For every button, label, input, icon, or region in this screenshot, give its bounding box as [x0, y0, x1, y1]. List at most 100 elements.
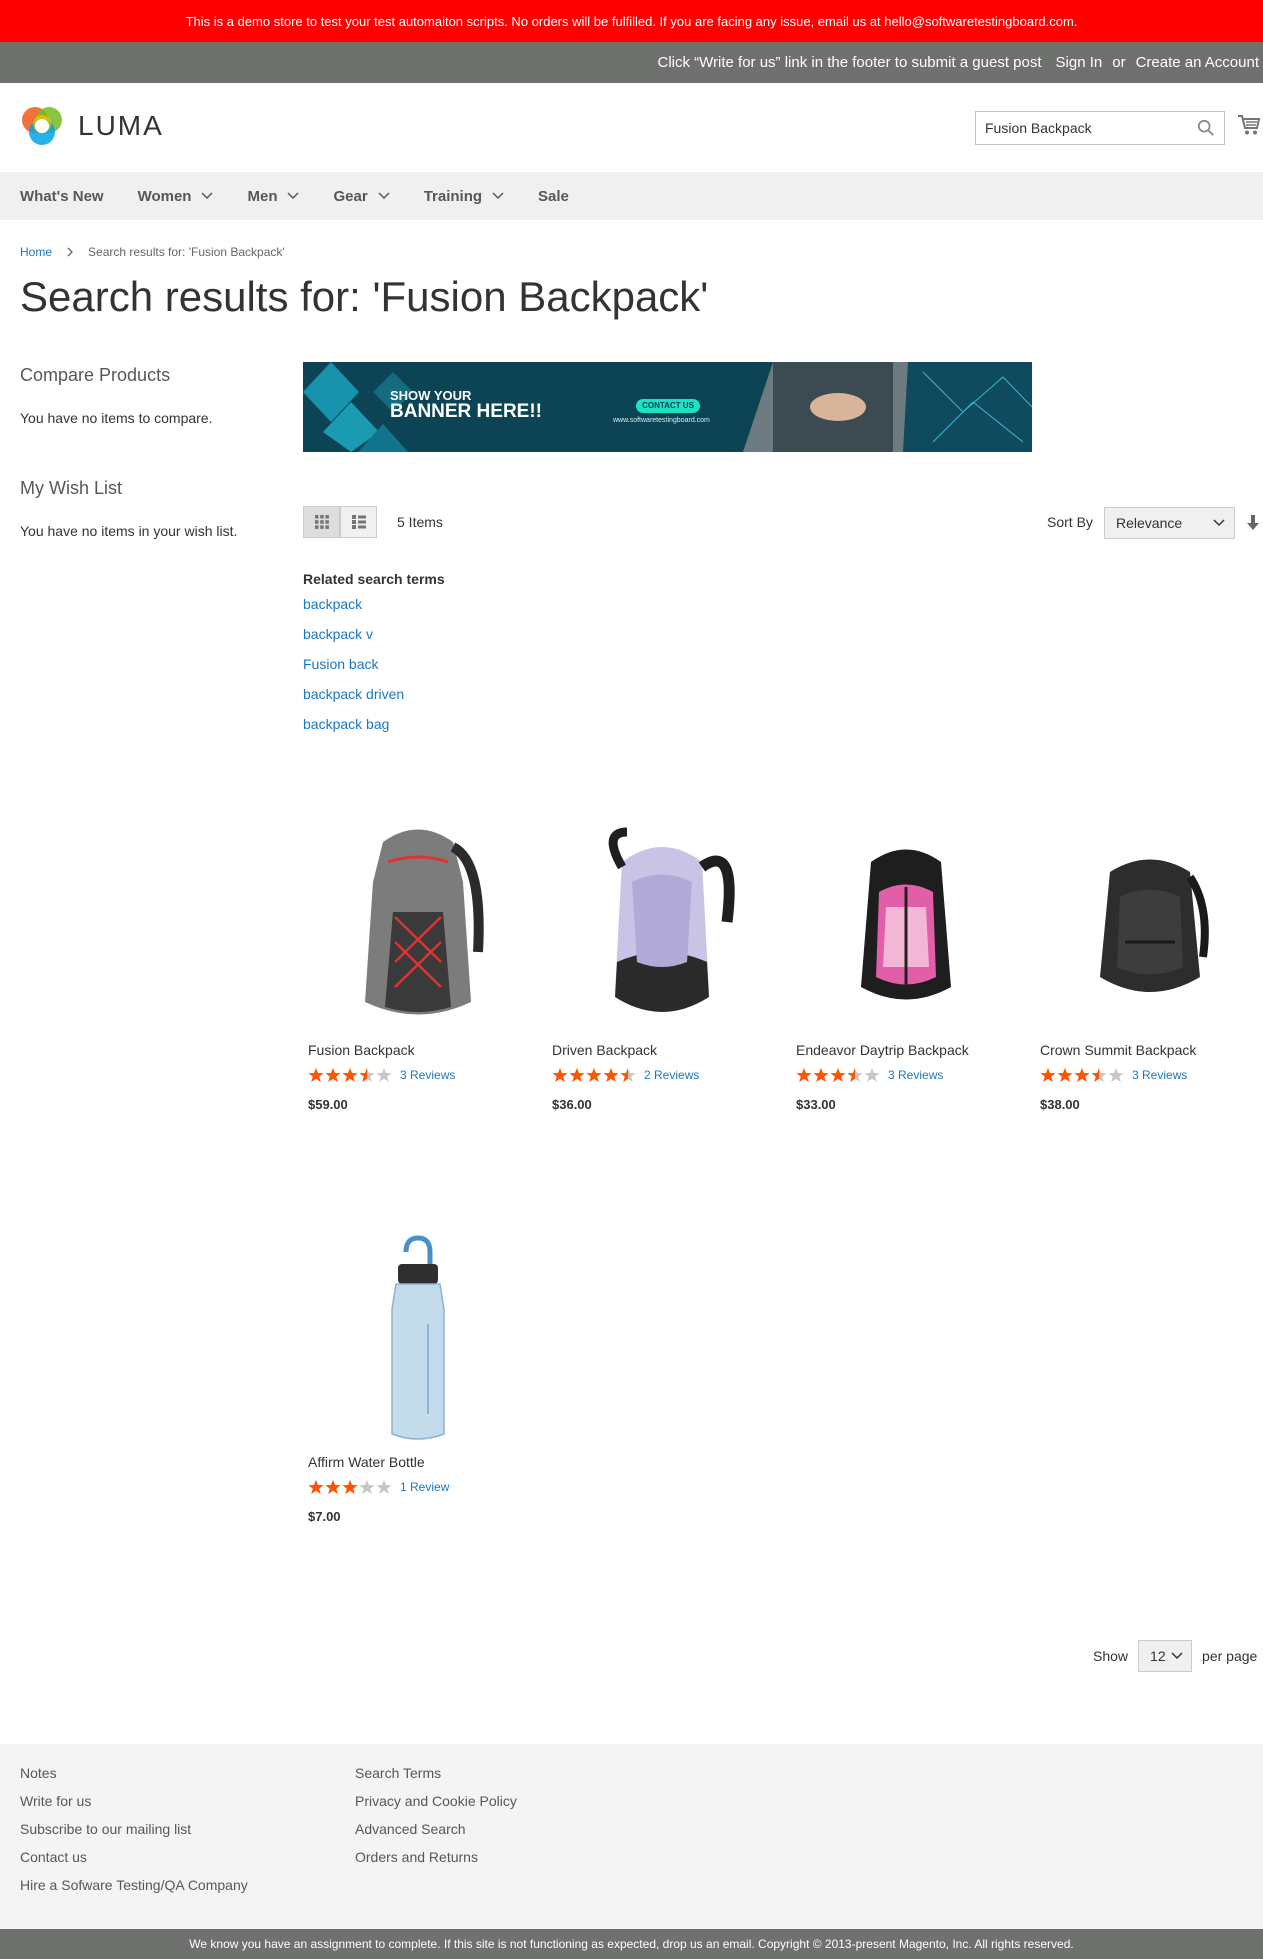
reviews-link[interactable]: 2 Reviews	[644, 1068, 699, 1082]
footer-link[interactable]: Hire a Sofware Testing/QA Company	[20, 1876, 248, 1904]
star-icon	[359, 1480, 375, 1494]
product-card: Affirm Water Bottle 1 Review $7.00	[303, 1224, 533, 1524]
footer-link[interactable]: Subscribe to our mailing list	[20, 1820, 248, 1848]
nav-gear[interactable]: Gear	[333, 188, 390, 205]
banner-contact-button[interactable]: CONTACT US	[636, 401, 700, 410]
star-icon	[325, 1068, 341, 1082]
banner-url: www.softwaretestingboard.com	[613, 417, 710, 424]
footer-link[interactable]: Contact us	[20, 1848, 248, 1876]
product-name-link[interactable]: Crown Summit Backpack	[1035, 1042, 1263, 1058]
related-term-link[interactable]: Fusion back	[303, 655, 445, 685]
star-icon	[308, 1480, 324, 1494]
or-separator: or	[1112, 54, 1126, 71]
reviews-link[interactable]: 3 Reviews	[1132, 1068, 1187, 1082]
logo-text: LUMA	[78, 110, 164, 141]
nav-men[interactable]: Men	[247, 187, 300, 205]
search-input[interactable]	[985, 120, 1197, 136]
breadcrumb: Home Search results for: 'Fusion Backpac…	[20, 245, 285, 259]
product-card: Crown Summit Backpack 3 Reviews $38.00	[1035, 812, 1263, 1112]
demo-notice: This is a demo store to test your test a…	[0, 0, 1263, 42]
wishlist-empty-text: You have no items in your wish list.	[20, 523, 238, 539]
star-icon	[308, 1068, 324, 1082]
search-icon[interactable]	[1197, 119, 1215, 137]
sort-by-label: Sort By	[1047, 514, 1093, 530]
footer-links-col2: Search Terms Privacy and Cookie Policy A…	[355, 1764, 517, 1876]
related-search-terms: Related search terms backpack backpack v…	[303, 571, 445, 745]
nav-whats-new[interactable]: What's New	[20, 188, 104, 205]
product-rating: 3 Reviews	[303, 1067, 533, 1083]
backpack-image	[1100, 859, 1209, 992]
nav-women[interactable]: Women	[138, 188, 214, 205]
list-icon	[351, 515, 366, 529]
product-name-link[interactable]: Endeavor Daytrip Backpack	[791, 1042, 1021, 1058]
nav-label: Men	[247, 187, 278, 205]
star-icon	[603, 1068, 619, 1082]
footer-link[interactable]: Write for us	[20, 1792, 248, 1820]
list-mode-button[interactable]	[340, 506, 377, 538]
sign-in-link[interactable]: Sign In	[1056, 54, 1103, 71]
star-icon	[1057, 1068, 1073, 1082]
footer-link[interactable]: Search Terms	[355, 1764, 517, 1792]
logo[interactable]: LUMA	[20, 104, 164, 148]
related-term-link[interactable]: backpack driven	[303, 685, 445, 715]
related-term-link[interactable]: backpack bag	[303, 715, 445, 745]
footer-link[interactable]: Notes	[20, 1764, 248, 1792]
star-icon	[376, 1480, 392, 1494]
grid-mode-button[interactable]	[303, 506, 340, 538]
star-icon	[1108, 1068, 1124, 1082]
product-price: $7.00	[308, 1509, 341, 1524]
star-icon	[552, 1068, 568, 1082]
star-icon	[1091, 1068, 1107, 1082]
product-rating: 3 Reviews	[791, 1067, 1021, 1083]
product-image[interactable]	[547, 812, 777, 1042]
reviews-link[interactable]: 3 Reviews	[888, 1068, 943, 1082]
sidebar: Compare Products You have no items to co…	[20, 365, 260, 539]
footer-link[interactable]: Privacy and Cookie Policy	[355, 1792, 517, 1820]
star-icon	[325, 1480, 341, 1494]
product-name-link[interactable]: Driven Backpack	[547, 1042, 777, 1058]
search-field[interactable]	[975, 111, 1225, 145]
rating-stars	[1040, 1067, 1124, 1083]
breadcrumb-home[interactable]: Home	[20, 245, 52, 259]
star-icon	[569, 1068, 585, 1082]
cart-icon[interactable]	[1237, 113, 1261, 137]
product-image[interactable]	[1035, 812, 1263, 1042]
product-rating: 2 Reviews	[547, 1067, 777, 1083]
related-terms-list: backpack backpack v Fusion back backpack…	[303, 595, 445, 745]
product-image[interactable]	[303, 812, 533, 1042]
toolbar-amount: 5 Items	[397, 514, 443, 530]
create-account-link[interactable]: Create an Account	[1136, 54, 1259, 71]
star-icon	[376, 1068, 392, 1082]
star-icon	[342, 1480, 358, 1494]
limiter-select[interactable]: 12	[1138, 1640, 1193, 1672]
reviews-link[interactable]: 1 Review	[400, 1480, 449, 1494]
rating-stars	[552, 1067, 636, 1083]
chevron-down-icon	[1213, 519, 1225, 527]
product-name-link[interactable]: Fusion Backpack	[303, 1042, 533, 1058]
related-term-link[interactable]: backpack v	[303, 625, 445, 655]
rating-stars	[796, 1067, 880, 1083]
compare-empty-text: You have no items to compare.	[20, 410, 213, 426]
sort-direction-arrow-icon[interactable]	[1246, 515, 1260, 531]
product-image[interactable]	[303, 1224, 533, 1454]
footer-link[interactable]: Advanced Search	[355, 1820, 517, 1848]
star-icon	[830, 1068, 846, 1082]
star-icon	[342, 1068, 358, 1082]
product-name-link[interactable]: Affirm Water Bottle	[303, 1454, 533, 1470]
promo-banner[interactable]: SHOW YOUR BANNER HERE!! CONTACT US www.s…	[303, 362, 1032, 452]
grid-icon	[314, 515, 329, 529]
product-image[interactable]	[791, 812, 1021, 1042]
nav-sale[interactable]: Sale	[538, 188, 569, 205]
view-modes	[303, 506, 377, 538]
star-icon	[1074, 1068, 1090, 1082]
reviews-link[interactable]: 3 Reviews	[400, 1068, 455, 1082]
related-term-link[interactable]: backpack	[303, 595, 445, 625]
nav-training[interactable]: Training	[424, 188, 504, 205]
limiter-per-page-label: per page	[1202, 1648, 1258, 1664]
wishlist-block: My Wish List You have no items in your w…	[20, 478, 260, 539]
rating-stars	[308, 1479, 392, 1495]
sort-by-select[interactable]: Relevance	[1104, 507, 1235, 539]
product-card: Endeavor Daytrip Backpack 3 Reviews $33.…	[791, 812, 1021, 1112]
footer-link[interactable]: Orders and Returns	[355, 1848, 517, 1876]
product-price: $38.00	[1040, 1097, 1080, 1112]
